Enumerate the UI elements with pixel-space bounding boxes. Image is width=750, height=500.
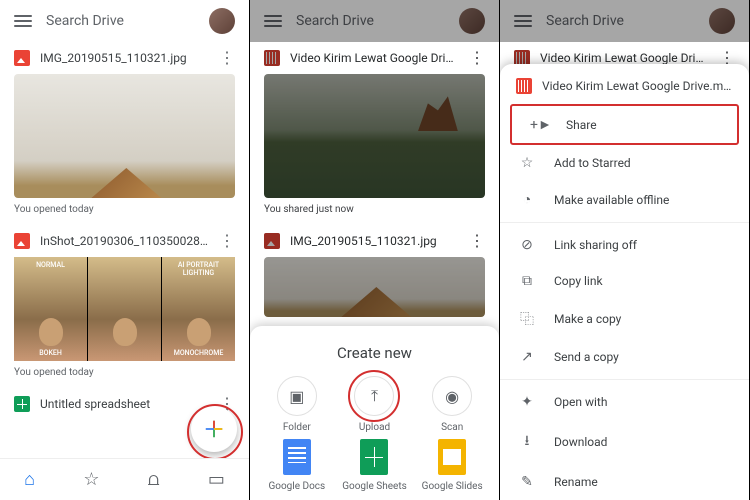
more-icon: ⋮ [469, 233, 485, 249]
file-name: Untitled spreadsheet [40, 397, 209, 411]
search-input: Search Drive [546, 13, 695, 29]
rename-icon: ✎ [518, 474, 536, 490]
highlight-box: +►Share [510, 104, 739, 145]
nav-files-icon[interactable]: ▭ [208, 469, 225, 490]
file-row: IMG_20190515_110321.jpg ⋮ [250, 225, 499, 257]
action-link-sharing[interactable]: ⊘Link sharing off [500, 227, 749, 263]
duplicate-icon: ⿻ [518, 309, 536, 329]
avatar [709, 8, 735, 34]
person-add-icon: +► [530, 116, 548, 133]
action-open-with[interactable]: ✦Open with [500, 384, 749, 420]
create-folder[interactable]: ▣Folder [260, 376, 334, 433]
create-sheets[interactable]: Google Sheets [338, 439, 412, 492]
open-with-icon: ✦ [518, 394, 536, 410]
search-input: Search Drive [296, 13, 445, 29]
file-name: Video Kirim Lewat Google Drive.mp4 [290, 51, 459, 65]
slides-icon [438, 439, 466, 475]
file-name: Video Kirim Lewat Google Drive.mp4 [540, 51, 709, 65]
nav-shared-icon[interactable]: ⩍ [148, 469, 160, 490]
more-icon[interactable]: ⋮ [219, 233, 235, 249]
menu-icon [514, 15, 532, 27]
more-icon[interactable]: ⋮ [219, 50, 235, 66]
folder-icon: ▣ [277, 376, 317, 416]
divider [500, 222, 749, 223]
action-send-copy[interactable]: ↗Send a copy [500, 339, 749, 375]
sheet-title: Create new [260, 344, 489, 362]
file-meta: You shared just now [250, 198, 499, 225]
file-meta: You opened today [0, 198, 249, 225]
file-name: IMG_20190515_110321.jpg [40, 51, 209, 65]
image-icon [264, 233, 280, 249]
search-input[interactable]: Search Drive [46, 13, 195, 29]
file-row: Video Kirim Lewat Google Drive.mp4 ⋮ [250, 42, 499, 74]
avatar [459, 8, 485, 34]
create-docs[interactable]: Google Docs [260, 439, 334, 492]
file-row[interactable]: IMG_20190515_110321.jpg ⋮ [0, 42, 249, 74]
action-copy-link[interactable]: ⧉Copy link [500, 263, 749, 299]
star-icon: ☆ [518, 155, 536, 171]
thumbnail [264, 74, 485, 198]
sheet-header: Video Kirim Lewat Google Drive.mp4 [500, 78, 749, 104]
create-new-panel: Search Drive Video Kirim Lewat Google Dr… [250, 0, 500, 500]
action-share[interactable]: +►Share [512, 106, 737, 143]
more-icon: ⋮ [469, 50, 485, 66]
file-actions-panel: Search Drive Video Kirim Lewat Google Dr… [500, 0, 750, 500]
menu-icon [264, 15, 282, 27]
camera-icon: ◉ [432, 376, 472, 416]
link-off-icon: ⊘ [518, 237, 536, 253]
action-rename[interactable]: ✎Rename [500, 464, 749, 500]
offline-icon: ◔ [518, 191, 536, 208]
dimmed-background: Search Drive Video Kirim Lewat Google Dr… [250, 0, 499, 317]
nav-starred-icon[interactable]: ☆ [83, 469, 99, 490]
create-slides[interactable]: Google Slides [415, 439, 489, 492]
image-icon [14, 50, 30, 66]
action-star[interactable]: ☆Add to Starred [500, 145, 749, 181]
action-offline[interactable]: ◔Make available offline [500, 181, 749, 218]
create-scan[interactable]: ◉Scan [415, 376, 489, 433]
drive-home-panel: Search Drive IMG_20190515_110321.jpg ⋮ Y… [0, 0, 250, 500]
file-row[interactable]: InShot_20190306_110350028.jpg ⋮ [0, 225, 249, 257]
file-meta: You opened today [0, 361, 249, 388]
video-icon [516, 78, 532, 94]
file-name: InShot_20190306_110350028.jpg [40, 234, 209, 248]
bottom-nav: ⌂ ☆ ⩍ ▭ [0, 458, 249, 500]
sheets-icon [360, 439, 388, 475]
avatar[interactable] [209, 8, 235, 34]
thumbnail[interactable] [14, 74, 235, 198]
create-upload[interactable]: ⤒ Upload [338, 376, 412, 433]
thumbnail[interactable]: NORMALBOKEH AI PORTRAIT LIGHTINGMONOCHRO… [14, 257, 235, 361]
video-icon [264, 50, 280, 66]
action-make-copy[interactable]: ⿻Make a copy [500, 299, 749, 339]
action-download[interactable]: ⭳Download [500, 420, 749, 464]
highlight-ring [348, 370, 400, 422]
sheet-icon [14, 396, 30, 412]
file-name: IMG_20190515_110321.jpg [290, 234, 459, 248]
sheet-title: Video Kirim Lewat Google Drive.mp4 [542, 79, 733, 93]
copy-icon: ⧉ [518, 273, 536, 289]
docs-icon [283, 439, 311, 475]
highlight-ring [187, 404, 243, 460]
download-icon: ⭳ [518, 430, 536, 454]
create-sheet: Create new ▣Folder ⤒ Upload ◉Scan Google… [250, 326, 499, 500]
menu-icon[interactable] [14, 15, 32, 27]
image-icon [14, 233, 30, 249]
actions-sheet: Video Kirim Lewat Google Drive.mp4 +►Sha… [500, 64, 749, 500]
thumbnail [264, 257, 485, 317]
divider [500, 379, 749, 380]
send-icon: ↗ [518, 349, 536, 365]
nav-home-icon[interactable]: ⌂ [24, 469, 35, 490]
topbar: Search Drive [0, 0, 249, 42]
